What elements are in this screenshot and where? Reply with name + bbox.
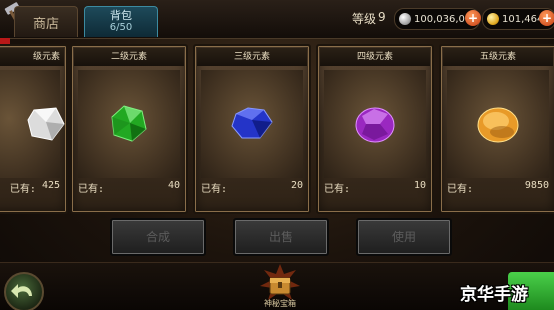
owned-count: 已有: 425: [0, 180, 60, 195]
silver-amount: 100,036,0: [414, 13, 465, 25]
element-card-3[interactable]: 三级元素 已有: 20: [193, 44, 311, 214]
owned-count: 已有: 10: [324, 180, 426, 195]
element-card-1[interactable]: 级元素 已有: 425: [0, 44, 68, 214]
owned-label: 已有:: [78, 184, 105, 195]
card-art: [78, 70, 180, 178]
owned-count: 已有: 9850: [447, 180, 549, 195]
game-screen: 商店 背包 6/50 等级 9 100,036,0 + 101,464, + 级…: [0, 0, 554, 310]
owned-value: 10: [413, 180, 426, 191]
card-title: 级元素: [0, 48, 64, 66]
owned-label: 已有:: [324, 184, 351, 195]
action-button-1[interactable]: 合成: [110, 218, 206, 256]
level-label: 等级: [352, 12, 377, 26]
owned-value: 425: [41, 180, 60, 191]
card-title: 五级元素: [443, 48, 553, 66]
owned-value: 40: [167, 180, 180, 191]
gold-gem-icon: [477, 107, 519, 143]
card-title: 三级元素: [197, 48, 307, 66]
back-button[interactable]: [4, 272, 44, 310]
action-button-3[interactable]: 使用: [356, 218, 452, 256]
owned-value: 20: [290, 180, 303, 191]
white-gem-icon: [27, 107, 65, 141]
tab-bag[interactable]: 背包 6/50: [84, 6, 158, 37]
silver-currency: 100,036,0 +: [394, 8, 481, 30]
card-title: 四级元素: [320, 48, 430, 66]
add-gold-button[interactable]: +: [539, 10, 554, 26]
gold-currency: 101,464, +: [482, 8, 554, 30]
add-silver-button[interactable]: +: [465, 10, 481, 26]
element-card-5[interactable]: 五级元素 已有: 9850: [439, 44, 554, 214]
action-button-2[interactable]: 出售: [233, 218, 329, 256]
owned-label: 已有:: [9, 184, 36, 195]
green-gem-icon: [111, 105, 147, 142]
card-art: [447, 70, 549, 178]
owned-count: 已有: 40: [78, 180, 180, 195]
watermark: 京华手游: [460, 285, 528, 305]
gold-coin-icon: [487, 13, 499, 25]
owned-label: 已有:: [447, 184, 474, 195]
card-art: [0, 70, 65, 178]
card-art: [201, 70, 303, 178]
blue-gem-icon: [231, 107, 273, 139]
element-card-2[interactable]: 二级元素 已有: 40: [70, 44, 188, 214]
card-title: 二级元素: [74, 48, 184, 66]
bag-capacity: 6/50: [109, 22, 133, 33]
card-art: [324, 70, 426, 178]
purple-gem-icon: [355, 107, 395, 143]
tab-bag-label: 背包: [110, 9, 132, 22]
owned-value: 9850: [524, 180, 549, 191]
tab-shop[interactable]: 商店: [14, 6, 78, 37]
mystery-chest-label: 神秘宝箱: [264, 299, 296, 308]
element-card-4[interactable]: 四级元素 已有: 10: [316, 44, 434, 214]
tab-shop-label: 商店: [32, 16, 59, 32]
owned-count: 已有: 20: [201, 180, 303, 195]
silver-coin-icon: [399, 13, 411, 25]
level-value: 9: [378, 10, 386, 24]
owned-label: 已有:: [201, 184, 228, 195]
back-arrow-icon: [11, 284, 32, 298]
